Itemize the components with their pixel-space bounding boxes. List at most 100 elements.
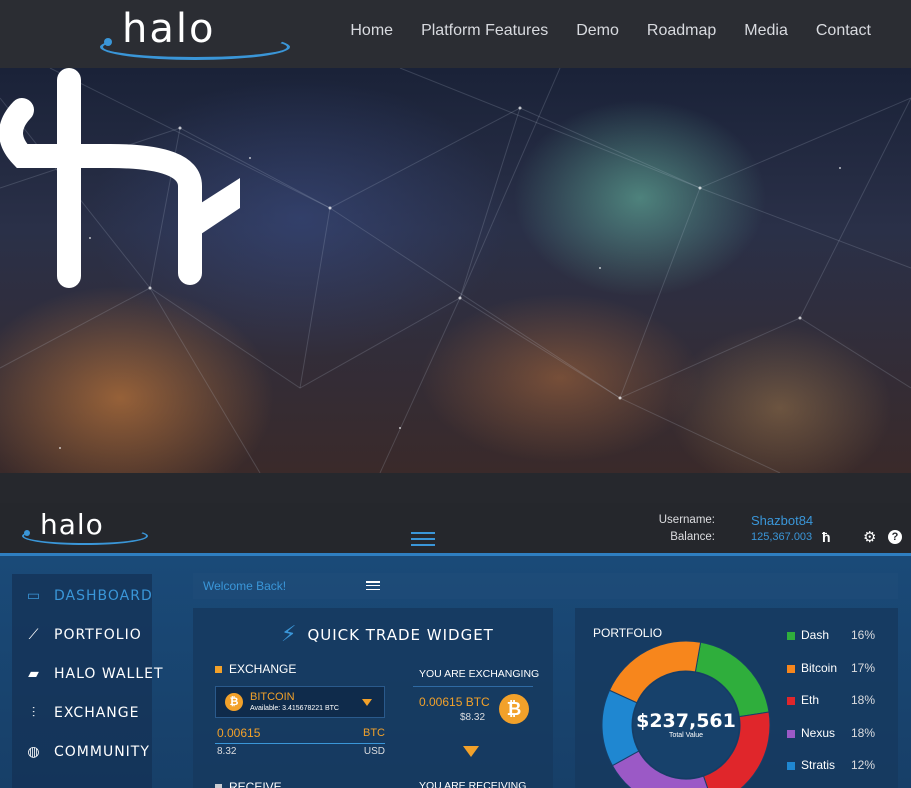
bitcoin-icon: ₿ [499,694,529,724]
coin-name: BITCOIN [250,691,295,703]
section-divider [0,473,911,503]
quick-trade-title-text: QUICK TRADE WIDGET [307,625,494,644]
usd-value: 8.32 [217,746,237,757]
usd-currency: USD [363,746,385,757]
exchange-section-label: EXCHANGE [215,662,296,676]
legend-item-bitcoin: Bitcoin 17% [787,661,887,677]
app-header: halo Username: Balance: Shazbot84 125,36… [0,503,911,556]
sidebar-item-dashboard[interactable]: ▭ DASHBOARD [24,588,153,604]
legend-percent: 16% [851,628,876,642]
legend-label: Eth [801,693,820,707]
exchanging-btc: 0.00615 BTC [419,695,490,709]
user-values: Shazbot84 125,367.003 [751,512,813,546]
exchange-label-text: EXCHANGE [229,662,297,676]
sidebar-item-community[interactable]: ◍ COMMUNITY [24,744,150,760]
legend-label: Dash [801,628,830,642]
sidebar-item-halo-wallet[interactable]: ▰ HALO WALLET [24,666,164,682]
portfolio-title: PORTFOLIO [593,626,663,640]
halo-symbol-icon [0,68,240,288]
nav-platform-features-link[interactable]: Platform Features [421,22,548,40]
exchange-icon: ⫶ [31,705,37,721]
nav-demo-link[interactable]: Demo [576,22,619,40]
app-logo-dot [24,530,30,536]
legend-percent: 18% [851,693,876,707]
halo-currency-icon: ħ [822,529,831,545]
legend-swatch [787,697,795,705]
nav-home-link[interactable]: Home [350,22,393,40]
portfolio-total: $237,561 Total Value [631,710,741,739]
exchanging-divider [413,686,533,687]
receive-label-text: RECEIVE [229,780,282,788]
legend-item-eth: Eth 18% [787,693,887,709]
app-logo-text: halo [40,508,104,541]
exchanging-header: YOU ARE EXCHANGING [419,668,540,680]
portfolio-total-label: Total Value [668,732,704,739]
arrow-down-icon [463,746,479,757]
user-labels: Username: Balance: [620,512,715,546]
quick-trade-widget: ⚡ QUICK TRADE WIDGET EXCHANGE ₿ BITCOIN … [193,608,553,788]
logo-dot [104,38,112,46]
help-icon[interactable]: ? [888,530,902,544]
nav-contact-link[interactable]: Contact [816,22,871,40]
gear-icon[interactable]: ⚙ [863,528,876,546]
sidebar-item-label: HALO WALLET [54,666,164,682]
sidebar-item-portfolio[interactable]: ⟋ PORTFOLIO [24,627,142,643]
site-navbar: halo Home Platform Features Demo Roadmap… [0,0,911,68]
sidebar-item-label: COMMUNITY [54,744,150,760]
legend-swatch [787,729,795,738]
nav-links: Home Platform Features Demo Roadmap Medi… [350,22,871,40]
welcome-menu-icon[interactable] [366,581,380,590]
welcome-bar: Welcome Back! [193,573,898,599]
amount-currency: BTC [363,727,385,739]
lightning-icon: ⚡ [281,622,298,647]
nav-media-link[interactable]: Media [744,22,788,40]
legend-swatch [787,762,795,770]
menu-icon[interactable] [411,532,435,546]
legend-item-nexus: Nexus 18% [787,726,887,742]
username-value[interactable]: Shazbot84 [751,512,813,529]
hero-banner [0,68,911,473]
legend-item-stratis: Stratis 12% [787,758,887,774]
legend-label: Stratis [801,758,836,772]
nav-roadmap-link[interactable]: Roadmap [647,22,716,40]
username-label: Username: [658,514,715,526]
sidebar-item-label: DASHBOARD [54,588,153,604]
globe-icon: ◍ [27,744,41,760]
wallet-icon: ▰ [28,666,40,682]
sidebar-item-label: PORTFOLIO [54,627,142,643]
welcome-text: Welcome Back! [203,579,287,593]
dashboard-area: ▭ DASHBOARD ⟋ PORTFOLIO ▰ HALO WALLET ⫶ … [0,556,911,788]
orange-square-icon [215,665,222,673]
legend-percent: 17% [851,660,876,675]
logo-text: halo [122,6,216,52]
exchanging-usd: $8.32 [460,712,486,723]
legend-percent: 12% [851,758,876,772]
portfolio-icon: ⟋ [28,627,40,643]
receive-section-label: RECEIVE [215,780,282,788]
legend-item-dash: Dash 16% [787,628,887,644]
usd-equivalent: 8.32 USD [215,746,385,760]
balance-label: Balance: [670,531,715,543]
quick-trade-title: ⚡ QUICK TRADE WIDGET [281,622,494,647]
sidebar-item-exchange[interactable]: ⫶ EXCHANGE [24,705,139,721]
legend-swatch [787,632,795,640]
receiving-header: YOU ARE RECEIVING [419,780,527,788]
balance-value: 125,367.003 [751,531,813,543]
sidebar-item-label: EXCHANGE [54,705,140,721]
dashboard-icon: ▭ [26,588,42,604]
legend-percent: 18% [851,725,876,740]
sidebar: ▭ DASHBOARD ⟋ PORTFOLIO ▰ HALO WALLET ⫶ … [12,574,163,788]
legend-swatch [787,664,795,673]
portfolio-widget: PORTFOLIO $237,561 Total Value Dash 16% Bi… [575,608,898,788]
halo-logo[interactable]: halo [100,6,290,60]
app-logo[interactable]: halo [22,508,148,547]
coin-select[interactable]: ₿ BITCOIN Available: 3.415678221 BTC [215,686,385,718]
bitcoin-icon: ₿ [225,693,243,711]
coin-available: Available: 3.415678221 BTC [250,705,339,712]
gray-square-icon [215,783,222,788]
amount-input[interactable]: 0.00615 BTC [215,726,385,744]
legend-label: Bitcoin [801,660,838,675]
portfolio-total-value: $237,561 [636,710,736,732]
legend-label: Nexus [801,725,836,740]
amount-value: 0.00615 [217,726,261,740]
